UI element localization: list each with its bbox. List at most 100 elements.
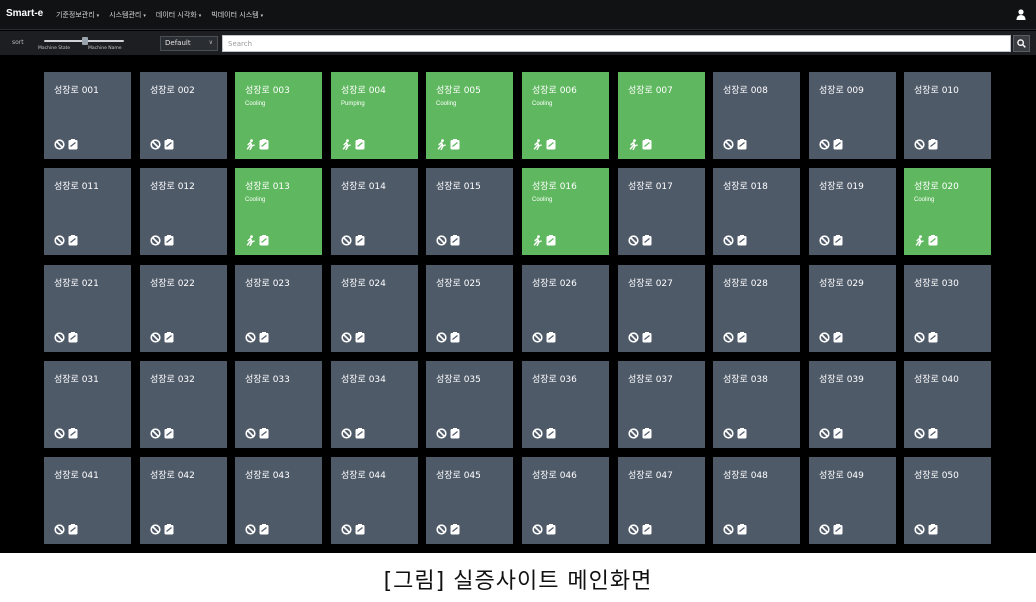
menu-item-bigdata[interactable]: 빅데이터 시스템 ▾: [211, 10, 263, 20]
furnace-tile[interactable]: 성장로 050: [904, 457, 991, 544]
furnace-tile[interactable]: 성장로 040: [904, 361, 991, 448]
furnace-tile[interactable]: 성장로 016 Cooling: [522, 168, 609, 255]
search-button[interactable]: [1013, 35, 1030, 52]
furnace-tile[interactable]: 성장로 007: [618, 72, 705, 159]
furnace-tile[interactable]: 성장로 020 Cooling: [904, 168, 991, 255]
furnace-icons: [628, 428, 652, 439]
furnace-tile[interactable]: 성장로 013 Cooling: [235, 168, 322, 255]
furnace-tile[interactable]: 성장로 010: [904, 72, 991, 159]
stop-icon: [54, 139, 65, 150]
furnace-tile[interactable]: 성장로 004 Pumping: [331, 72, 418, 159]
furnace-tile[interactable]: 성장로 042: [140, 457, 227, 544]
furnace-tile[interactable]: 성장로 030: [904, 265, 991, 352]
stop-icon: [436, 428, 447, 439]
menu-item-system[interactable]: 시스템관리 ▾: [109, 10, 146, 20]
furnace-tile[interactable]: 성장로 009: [809, 72, 896, 159]
furnace-icons: [819, 524, 843, 535]
document-icon: [928, 332, 938, 343]
chevron-down-icon: ▾: [260, 13, 264, 19]
furnace-name: 성장로 030: [914, 279, 959, 289]
furnace-tile[interactable]: 성장로 018: [713, 168, 800, 255]
furnace-tile[interactable]: 성장로 021: [44, 265, 131, 352]
search-input[interactable]: Search: [222, 35, 1011, 52]
furnace-icons: [341, 524, 365, 535]
furnace-name: 성장로 004: [341, 86, 386, 96]
furnace-tile[interactable]: 성장로 027: [618, 265, 705, 352]
furnace-tile[interactable]: 성장로 046: [522, 457, 609, 544]
furnace-tile[interactable]: 성장로 048: [713, 457, 800, 544]
furnace-tile[interactable]: 성장로 031: [44, 361, 131, 448]
furnace-name: 성장로 041: [54, 471, 99, 481]
furnace-tile[interactable]: 성장로 045: [426, 457, 513, 544]
running-icon: [246, 139, 255, 150]
furnace-tile[interactable]: 성장로 022: [140, 265, 227, 352]
furnace-tile[interactable]: 성장로 041: [44, 457, 131, 544]
search-icon: [1017, 39, 1026, 48]
furnace-name: 성장로 024: [341, 279, 386, 289]
furnace-tile[interactable]: 성장로 049: [809, 457, 896, 544]
document-icon: [833, 428, 843, 439]
sort-slider[interactable]: Machine State Machine Name: [38, 37, 124, 51]
slider-caption-state: Machine State: [38, 46, 71, 51]
stop-icon: [628, 428, 639, 439]
furnace-tile[interactable]: 성장로 038: [713, 361, 800, 448]
furnace-name: 성장로 028: [723, 279, 768, 289]
sort-select[interactable]: Default ∨: [160, 36, 218, 51]
document-icon: [737, 235, 747, 246]
furnace-tile[interactable]: 성장로 025: [426, 265, 513, 352]
furnace-tile[interactable]: 성장로 024: [331, 265, 418, 352]
furnace-name: 성장로 001: [54, 86, 99, 96]
furnace-tile[interactable]: 성장로 029: [809, 265, 896, 352]
document-icon: [833, 235, 843, 246]
furnace-name: 성장로 014: [341, 182, 386, 192]
furnace-tile[interactable]: 성장로 034: [331, 361, 418, 448]
slider-thumb[interactable]: [82, 37, 88, 45]
furnace-tile[interactable]: 성장로 011: [44, 168, 131, 255]
furnace-tile[interactable]: 성장로 035: [426, 361, 513, 448]
stop-icon: [819, 524, 830, 535]
furnace-tile[interactable]: 성장로 002: [140, 72, 227, 159]
furnace-tile[interactable]: 성장로 003 Cooling: [235, 72, 322, 159]
menu-item-visualization[interactable]: 데이터 시각화 ▾: [156, 10, 201, 20]
furnace-tile[interactable]: 성장로 023: [235, 265, 322, 352]
furnace-tile[interactable]: 성장로 032: [140, 361, 227, 448]
furnace-icons: [245, 139, 269, 150]
furnace-tile[interactable]: 성장로 017: [618, 168, 705, 255]
furnace-tile[interactable]: 성장로 033: [235, 361, 322, 448]
furnace-tile[interactable]: 성장로 028: [713, 265, 800, 352]
furnace-tile[interactable]: 성장로 044: [331, 457, 418, 544]
stop-icon: [341, 524, 352, 535]
furnace-tile[interactable]: 성장로 001: [44, 72, 131, 159]
furnace-icons: [150, 235, 174, 246]
furnace-name: 성장로 026: [532, 279, 577, 289]
stop-icon: [723, 139, 734, 150]
furnace-tile[interactable]: 성장로 012: [140, 168, 227, 255]
furnace-tile[interactable]: 성장로 039: [809, 361, 896, 448]
furnace-icons: [914, 139, 938, 150]
furnace-icons: [54, 235, 78, 246]
stop-icon: [54, 524, 65, 535]
furnace-name: 성장로 015: [436, 182, 481, 192]
document-icon: [68, 524, 78, 535]
furnace-tile[interactable]: 성장로 036: [522, 361, 609, 448]
furnace-tile[interactable]: 성장로 019: [809, 168, 896, 255]
stop-icon: [54, 332, 65, 343]
document-icon: [833, 524, 843, 535]
furnace-icons: [628, 235, 652, 246]
stop-icon: [723, 332, 734, 343]
furnace-tile[interactable]: 성장로 037: [618, 361, 705, 448]
document-icon: [642, 428, 652, 439]
furnace-tile[interactable]: 성장로 026: [522, 265, 609, 352]
furnace-tile[interactable]: 성장로 014: [331, 168, 418, 255]
furnace-tile[interactable]: 성장로 008: [713, 72, 800, 159]
menu-label: 기준정보관리: [56, 11, 95, 19]
furnace-tile[interactable]: 성장로 043: [235, 457, 322, 544]
menu-item-base-info[interactable]: 기준정보관리 ▾: [56, 10, 99, 20]
furnace-tile[interactable]: 성장로 015: [426, 168, 513, 255]
furnace-tile[interactable]: 성장로 005 Cooling: [426, 72, 513, 159]
user-icon[interactable]: [1016, 9, 1026, 20]
furnace-tile[interactable]: 성장로 047: [618, 457, 705, 544]
brand-logo[interactable]: Smart-e: [6, 8, 43, 19]
furnace-icons: [54, 428, 78, 439]
furnace-tile[interactable]: 성장로 006 Cooling: [522, 72, 609, 159]
